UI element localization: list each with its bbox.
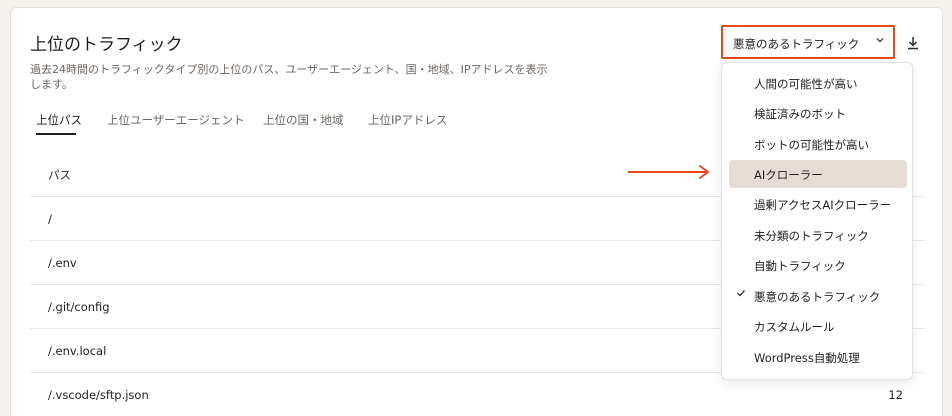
tab-label: 上位パス [36, 113, 82, 127]
menu-item-unclassified[interactable]: 未分類のトラフィック [729, 221, 907, 249]
menu-item-verified-bots[interactable]: 検証済みのボット [729, 99, 907, 127]
menu-item-label: 悪意のあるトラフィック [754, 290, 881, 304]
traffic-type-dropdown-menu: 人間の可能性が高い 検証済みのボット ボットの可能性が高い AIクローラー 過剰… [721, 62, 913, 380]
active-tab-underline [36, 133, 76, 135]
menu-item-ai-crawlers[interactable]: AIクローラー [729, 160, 907, 188]
menu-item-label: 人間の可能性が高い [754, 77, 858, 91]
menu-item-label: 自動トラフィック [754, 259, 846, 273]
menu-item-label: 検証済みのボット [754, 107, 846, 121]
menu-item-label: ボットの可能性が高い [754, 138, 869, 152]
menu-item-label: WordPress自動処理 [754, 351, 860, 365]
tab-top-countries[interactable]: 上位の国・地域 [263, 112, 344, 128]
path-cell: /.vscode/sftp.json [48, 388, 149, 402]
menu-item-wordpress[interactable]: WordPress自動処理 [729, 343, 907, 371]
menu-item-custom-rules[interactable]: カスタムルール [729, 312, 907, 340]
chevron-down-icon [875, 35, 885, 48]
tab-top-user-agents[interactable]: 上位ユーザーエージェント [107, 112, 245, 128]
check-icon [736, 288, 746, 301]
menu-item-likely-human[interactable]: 人間の可能性が高い [729, 69, 907, 97]
download-icon[interactable] [905, 34, 921, 52]
menu-item-label: 未分類のトラフィック [754, 229, 869, 243]
path-cell: /.env.local [48, 344, 107, 358]
selected-traffic-type: 悪意のあるトラフィック [733, 37, 860, 51]
menu-item-automated[interactable]: 自動トラフィック [729, 251, 907, 279]
tab-top-ip-addresses[interactable]: 上位IPアドレス [368, 112, 447, 128]
path-cell: /.git/config [48, 300, 110, 314]
path-cell: /.env [48, 256, 77, 270]
menu-item-label: カスタムルール [754, 320, 835, 334]
page-title: 上位のトラフィック [30, 35, 183, 55]
menu-item-likely-bot[interactable]: ボットの可能性が高い [729, 130, 907, 158]
menu-item-label: AIクローラー [754, 168, 823, 182]
card-description: 過去24時間のトラフィックタイプ別の上位のパス、ユーザーエージェント、国・地域、… [30, 63, 548, 91]
menu-item-excessive-ai-crawlers[interactable]: 過剰アクセスAIクローラー [729, 190, 907, 218]
menu-item-malicious[interactable]: 悪意のあるトラフィック [729, 282, 907, 310]
count-cell: 12 [888, 388, 903, 402]
menu-item-label: 過剰アクセスAIクローラー [754, 198, 892, 212]
annotation-arrow-icon [628, 165, 709, 179]
column-header-path: パス [48, 168, 71, 182]
traffic-type-select[interactable]: 悪意のあるトラフィック [721, 25, 895, 59]
tab-top-paths[interactable]: 上位パス [36, 112, 82, 135]
path-cell: / [48, 212, 52, 226]
